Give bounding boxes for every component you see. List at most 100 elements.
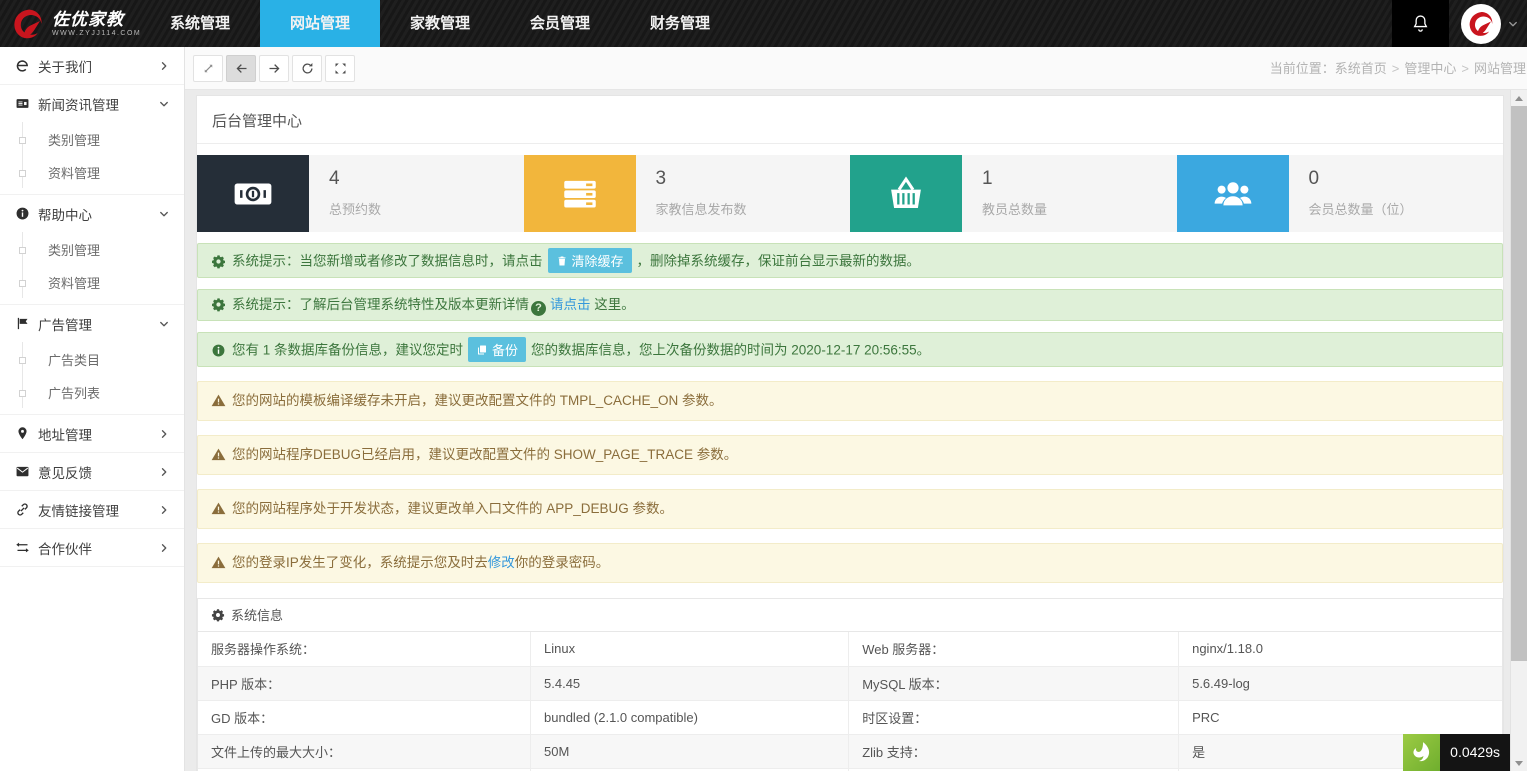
stat-label: 教员总数量 xyxy=(982,199,1177,218)
top-navbar: 佐优家教 WWW.ZYJJ114.COM 系统管理网站管理家教管理会员管理财务管… xyxy=(0,0,1527,47)
stat-label: 总预约数 xyxy=(329,199,524,218)
chevron-right-icon xyxy=(158,60,170,72)
bullet-icon xyxy=(19,390,26,397)
warning-icon xyxy=(211,501,226,516)
sidebar-subitem[interactable]: 广告类目 xyxy=(0,344,184,377)
nav-tab-5[interactable]: 财务管理 xyxy=(620,0,740,47)
breadcrumb-link[interactable]: 系统首页 xyxy=(1335,61,1387,76)
sidebar-item-label: 合作伙伴 xyxy=(38,538,158,558)
main-nav-tabs: 系统管理网站管理家教管理会员管理财务管理 xyxy=(140,0,740,47)
sidebar-item-4[interactable]: 广告管理 xyxy=(0,305,184,342)
alert-5: 您的网站程序DEBUG已经启用，建议更改配置文件的 SHOW_PAGE_TRAC… xyxy=(197,435,1503,475)
clear-cache-button[interactable]: 清除缓存 xyxy=(548,248,632,273)
bullet-icon xyxy=(19,170,26,177)
money-icon xyxy=(232,173,274,215)
scroll-down-arrow[interactable] xyxy=(1511,755,1527,771)
alert-link[interactable]: 修改 xyxy=(488,555,515,570)
chevron-down-icon xyxy=(158,318,170,330)
sidebar-item-8[interactable]: 合作伙伴 xyxy=(0,529,184,566)
vertical-scrollbar xyxy=(1510,90,1527,771)
sidebar-item-6[interactable]: 意见反馈 xyxy=(0,453,184,490)
sidebar-subitem[interactable]: 类别管理 xyxy=(0,124,184,157)
stat-icon-box xyxy=(524,155,636,232)
refresh-button[interactable] xyxy=(292,55,322,82)
breadcrumb-link[interactable]: 网站管理 xyxy=(1474,61,1526,76)
stat-value: 4 xyxy=(329,168,524,190)
forward-button[interactable] xyxy=(259,55,289,82)
fullscreen-button[interactable] xyxy=(325,55,355,82)
scrollbar-thumb[interactable] xyxy=(1511,106,1527,661)
trace-badge[interactable]: 0.0429s xyxy=(1403,734,1510,771)
info-value: bundled (2.1.0 compatible) xyxy=(531,700,849,734)
fullscreen-icon xyxy=(333,61,348,76)
stat-card-2: 3 家教信息发布数 xyxy=(524,155,851,232)
stat-card-1: 4 总预约数 xyxy=(197,155,524,232)
main-content: 后台管理中心 4总预约数3家教信息发布数1教员总数量0会员总数量（位） 系统提示… xyxy=(185,90,1510,771)
bullet-icon xyxy=(19,280,26,287)
system-info-row: PHP 版本：5.4.45MySQL 版本：5.6.49-log xyxy=(198,666,1502,700)
sidebar-subitem[interactable]: 类别管理 xyxy=(0,234,184,267)
alert-text: 您的网站程序处于开发状态，建议更改单入口文件的 APP_DEBUG 参数。 xyxy=(232,501,673,516)
system-info-table: 服务器操作系统：LinuxWeb 服务器：nginx/1.18.0PHP 版本：… xyxy=(198,632,1502,771)
logo-mark-icon xyxy=(1466,9,1496,39)
breadcrumb: 当前位置：系统首页>管理中心>网站管理 xyxy=(1270,47,1526,90)
breadcrumb-prefix: 当前位置： xyxy=(1270,61,1335,76)
alert-6: 您的网站程序处于开发状态，建议更改单入口文件的 APP_DEBUG 参数。 xyxy=(197,489,1503,529)
info-label: GD 版本： xyxy=(198,700,531,734)
alert-7: 您的登录IP发生了变化，系统提示您及时去修改你的登录密码。 xyxy=(197,543,1503,583)
stat-card-3: 1教员总数量 xyxy=(850,155,1177,232)
info-label: 服务器操作系统： xyxy=(198,632,531,666)
bullet-icon xyxy=(19,247,26,254)
stat-label: 家教信息发布数 xyxy=(656,199,851,218)
stat-card-4: 0会员总数量（位） xyxy=(1177,155,1504,232)
nav-tab-1[interactable]: 系统管理 xyxy=(140,0,260,47)
alert-text: 您的登录IP发生了变化，系统提示您及时去 xyxy=(232,555,488,570)
info-value: 5.4.45 xyxy=(531,666,849,700)
sidebar-subitem[interactable]: 广告列表 xyxy=(0,377,184,410)
notifications-button[interactable] xyxy=(1392,0,1449,47)
alert-link[interactable]: 请点击 xyxy=(550,297,591,312)
system-info-row: 文件上传的最大大小：50MZlib 支持：是 xyxy=(198,734,1502,768)
gear-icon xyxy=(211,254,226,269)
user-avatar[interactable] xyxy=(1461,4,1501,44)
info-label: Zlib 支持： xyxy=(849,734,1179,768)
back-button[interactable] xyxy=(226,55,256,82)
brand-subtitle: WWW.ZYJJ114.COM xyxy=(52,29,141,38)
basket-icon xyxy=(885,173,927,215)
nav-tab-4[interactable]: 会员管理 xyxy=(500,0,620,47)
arrow-left-icon xyxy=(234,61,249,76)
sidebar-item-5[interactable]: 地址管理 xyxy=(0,415,184,452)
sidebar-item-2[interactable]: 新闻资讯管理 xyxy=(0,85,184,122)
stat-value: 3 xyxy=(656,168,851,190)
chevron-right-icon xyxy=(158,428,170,440)
stats-row: 4 总预约数 3 家教信息发布数1教员总数量0会员总数量（位） xyxy=(197,155,1503,232)
sidebar-subitem[interactable]: 资料管理 xyxy=(0,267,184,300)
bullet-icon xyxy=(19,357,26,364)
brand-logo[interactable]: 佐优家教 WWW.ZYJJ114.COM xyxy=(10,0,141,47)
system-info-row: GD 版本：bundled (2.1.0 compatible)时区设置：PRC xyxy=(198,700,1502,734)
scroll-up-arrow[interactable] xyxy=(1511,90,1527,106)
breadcrumb-link[interactable]: 管理中心 xyxy=(1404,61,1456,76)
nav-tab-2[interactable]: 网站管理 xyxy=(260,0,380,47)
backup-button[interactable]: 备份 xyxy=(468,337,526,362)
flag-icon xyxy=(15,316,30,331)
sidebar-subitem[interactable]: 资料管理 xyxy=(0,157,184,190)
system-info-row: 服务器操作系统：LinuxWeb 服务器：nginx/1.18.0 xyxy=(198,632,1502,666)
alert-text: 您的数据库信息，您上次备份数据的时间为 2020-12-17 20:56:55。 xyxy=(531,343,930,358)
navbar-right xyxy=(1392,0,1527,47)
flame-icon xyxy=(1409,740,1435,766)
news-icon xyxy=(15,96,30,111)
alert-text: 系统提示：了解后台管理系统特性及版本更新详情 xyxy=(232,297,529,312)
alert-text: 这里。 xyxy=(591,297,635,312)
nav-tab-3[interactable]: 家教管理 xyxy=(380,0,500,47)
globe-icon xyxy=(15,58,30,73)
alert-3: 您有 1 条数据库备份信息，建议您定时备份您的数据库信息，您上次备份数据的时间为… xyxy=(197,332,1503,367)
collapse-sidebar-button[interactable] xyxy=(193,55,223,82)
sidebar-item-label: 关于我们 xyxy=(38,56,158,76)
sidebar-item-7[interactable]: 友情链接管理 xyxy=(0,491,184,528)
sidebar-item-1[interactable]: 关于我们 xyxy=(0,47,184,84)
link-icon xyxy=(15,502,30,517)
map-pin-icon xyxy=(15,426,30,441)
sidebar-item-3[interactable]: 帮助中心 xyxy=(0,195,184,232)
user-menu-caret[interactable] xyxy=(1507,18,1519,30)
